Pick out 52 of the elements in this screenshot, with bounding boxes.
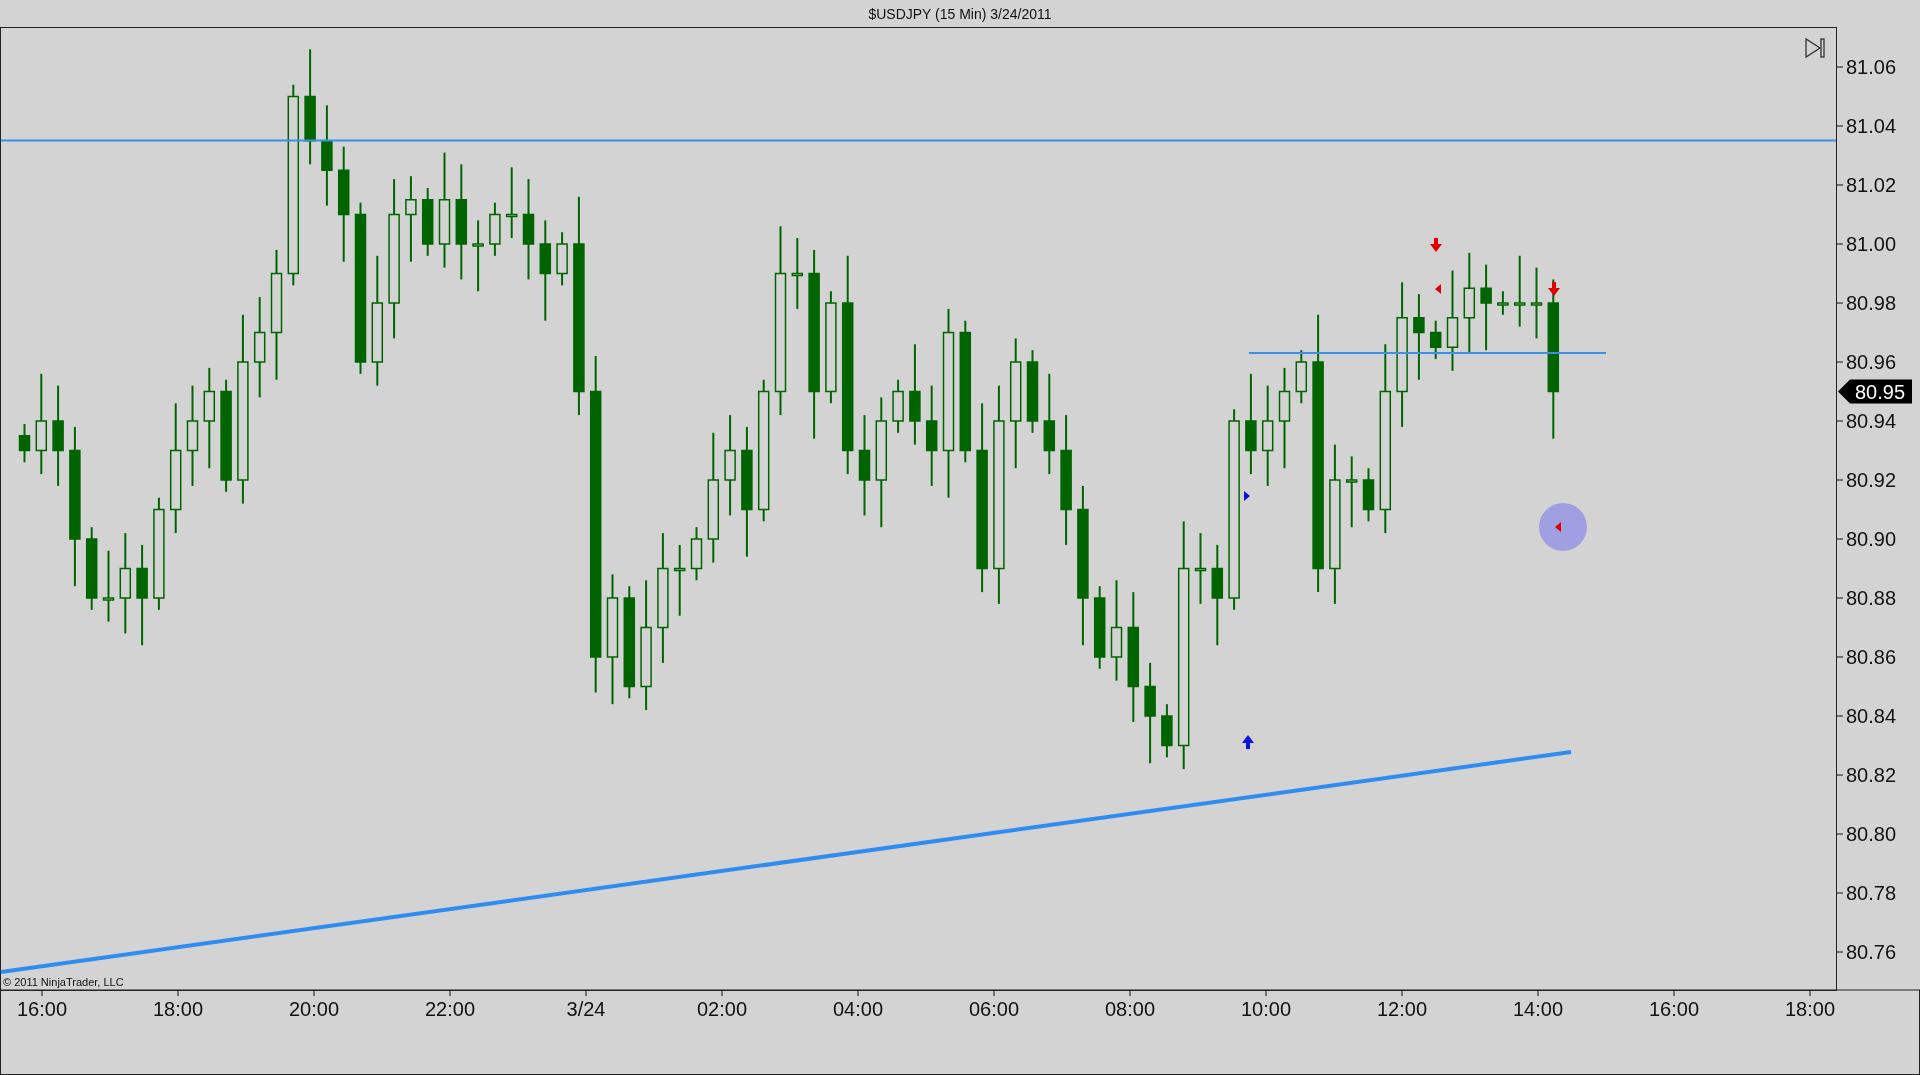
last-price-tag: 80.95 bbox=[1838, 379, 1912, 404]
candlestick bbox=[690, 526, 703, 582]
candlestick bbox=[18, 422, 31, 464]
price-axis-label: 80.92 bbox=[1846, 469, 1897, 491]
price-axis-label: 81.02 bbox=[1846, 174, 1897, 196]
time-axis-label: 20:00 bbox=[288, 998, 340, 1020]
candlestick bbox=[421, 186, 434, 257]
up-arrow-icon bbox=[1242, 735, 1254, 749]
time-axis-label: 18:00 bbox=[1784, 998, 1836, 1020]
candlestick bbox=[892, 378, 904, 434]
price-axis-label: 80.96 bbox=[1846, 351, 1897, 373]
price-axis-label: 80.80 bbox=[1846, 823, 1897, 845]
price-axis-label: 80.88 bbox=[1846, 587, 1897, 609]
price-axis-label: 80.90 bbox=[1846, 528, 1897, 550]
time-axis-label: 12:00 bbox=[1376, 998, 1428, 1020]
skip-to-end-icon[interactable] bbox=[1805, 37, 1825, 59]
triangle-marker-icon bbox=[1244, 491, 1250, 501]
time-axis-label: 16:00 bbox=[16, 998, 68, 1020]
time-axis-label: 16:00 bbox=[1648, 998, 1700, 1020]
candlestick bbox=[1161, 703, 1173, 759]
price-axis-label: 80.94 bbox=[1846, 410, 1897, 432]
time-axis-label: 08:00 bbox=[1104, 998, 1156, 1020]
candlestick bbox=[556, 231, 568, 287]
triangle-marker-icon bbox=[1555, 522, 1561, 532]
time-axis-label: 14:00 bbox=[1512, 998, 1564, 1020]
down-arrow-icon bbox=[1430, 238, 1442, 252]
copyright-text: © 2011 NinjaTrader, LLC bbox=[3, 976, 124, 988]
time-axis-label: 22:00 bbox=[424, 998, 476, 1020]
price-axis-label: 80.78 bbox=[1846, 882, 1897, 904]
candlestick bbox=[1295, 349, 1308, 405]
candlestick bbox=[1497, 290, 1509, 316]
price-axis-label: 80.98 bbox=[1846, 292, 1897, 314]
candlestick bbox=[1429, 319, 1442, 361]
down-arrow-icon bbox=[1548, 282, 1560, 296]
cursor-highlight bbox=[1539, 503, 1587, 551]
candlestick bbox=[1362, 467, 1375, 523]
time-axis-label: 06:00 bbox=[968, 998, 1020, 1020]
candlestick bbox=[489, 201, 501, 257]
time-axis-label: 02:00 bbox=[696, 998, 748, 1020]
triangle-marker-icon bbox=[1435, 284, 1441, 294]
price-axis-label: 80.86 bbox=[1846, 646, 1897, 668]
price-axis-label: 81.06 bbox=[1846, 56, 1897, 78]
window-title: $USDJPY (15 Min) 3/24/2011 bbox=[868, 5, 1052, 22]
time-axis-label: 04:00 bbox=[832, 998, 884, 1020]
time-axis-label: 10:00 bbox=[1240, 998, 1292, 1020]
time-axis-label: 18:00 bbox=[152, 998, 204, 1020]
price-axis-label: 81.00 bbox=[1846, 233, 1897, 255]
price-axis-label: 81.04 bbox=[1846, 115, 1897, 137]
price-axis-label: 80.76 bbox=[1846, 941, 1897, 963]
time-axis-label: 3/24 bbox=[566, 998, 606, 1020]
price-axis-label: 80.82 bbox=[1846, 764, 1897, 786]
price-axis-label: 80.84 bbox=[1846, 705, 1897, 727]
